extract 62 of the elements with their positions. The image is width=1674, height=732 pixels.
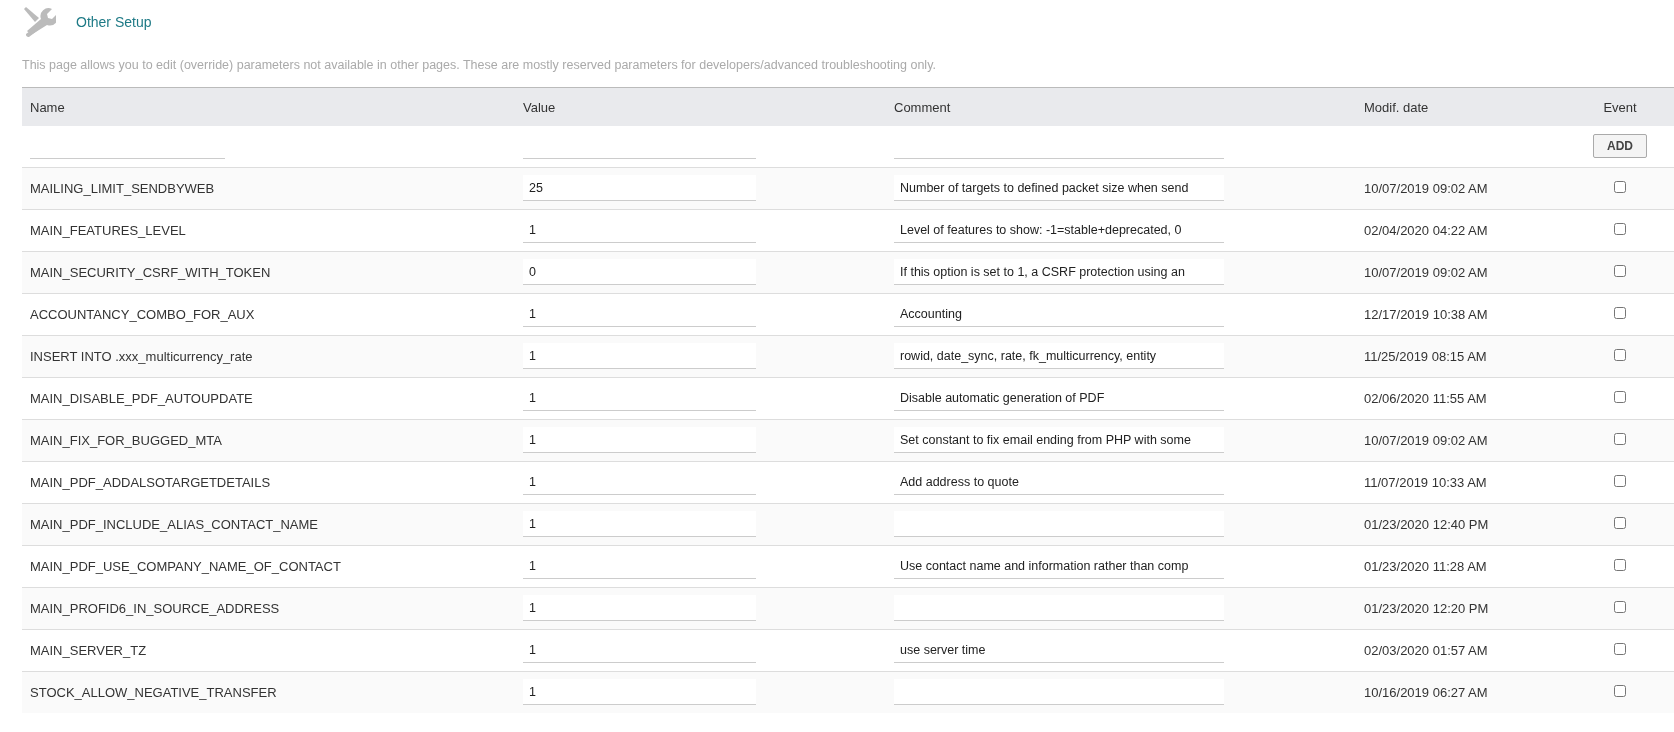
event-checkbox[interactable] xyxy=(1614,306,1626,319)
event-checkbox[interactable] xyxy=(1614,390,1626,403)
event-checkbox[interactable] xyxy=(1614,516,1626,529)
event-checkbox[interactable] xyxy=(1614,264,1626,277)
modification-date: 02/06/2020 11:55 AM xyxy=(1364,390,1487,406)
parameter-name: MAILING_LIMIT_SENDBYWEB xyxy=(30,180,215,196)
parameter-name: ACCOUNTANCY_COMBO_FOR_AUX xyxy=(30,306,255,322)
parameter-name: INSERT INTO .xxx_multicurrency_rate xyxy=(30,348,253,364)
value-field[interactable]: 0 xyxy=(523,259,756,285)
value-field[interactable]: 1 xyxy=(523,427,756,453)
modification-date: 10/07/2019 09:02 AM xyxy=(1364,180,1488,196)
event-checkbox[interactable] xyxy=(1614,642,1626,655)
event-checkbox[interactable] xyxy=(1614,348,1626,361)
modification-date: 01/23/2020 11:28 AM xyxy=(1364,558,1487,574)
value-field[interactable]: 1 xyxy=(523,679,756,706)
column-header: Value xyxy=(515,87,886,126)
modification-date: 02/03/2020 01:57 AM xyxy=(1364,642,1488,658)
parameter-name: MAIN_FEATURES_LEVEL xyxy=(30,222,186,238)
modification-date: 10/07/2019 09:02 AM xyxy=(1364,264,1488,280)
modification-date: 11/25/2019 08:15 AM xyxy=(1364,348,1487,364)
column-header: Comment xyxy=(886,87,1356,126)
parameter-name: MAIN_PDF_INCLUDE_ALIAS_CONTACT_NAME xyxy=(30,516,318,532)
column-header: Event xyxy=(1566,87,1674,126)
value-field[interactable]: 1 xyxy=(523,595,756,621)
event-checkbox[interactable] xyxy=(1614,474,1626,487)
tools-icon xyxy=(22,5,56,39)
parameter-name: MAIN_SECURITY_CSRF_WITH_TOKEN xyxy=(30,264,271,280)
page-title: Other Setup xyxy=(76,14,152,30)
value-field[interactable]: 25 xyxy=(523,175,756,201)
add-button[interactable]: ADD xyxy=(1593,134,1647,159)
event-checkbox[interactable] xyxy=(1614,558,1626,571)
parameter-name: MAIN_DISABLE_PDF_AUTOUPDATE xyxy=(30,390,253,406)
event-checkbox[interactable] xyxy=(1614,600,1626,613)
event-checkbox[interactable] xyxy=(1614,222,1626,235)
comment-field[interactable] xyxy=(894,595,1224,621)
comment-field[interactable]: If this option is set to 1, a CSRF protection using an xyxy=(894,259,1224,285)
event-checkbox[interactable] xyxy=(1614,684,1626,697)
parameter-name: STOCK_ALLOW_NEGATIVE_TRANSFER xyxy=(30,684,277,700)
modification-date: 12/17/2019 10:38 AM xyxy=(1364,306,1488,322)
modification-date: 11/07/2019 10:33 AM xyxy=(1364,474,1487,490)
modification-date: 01/23/2020 12:20 PM xyxy=(1364,600,1489,616)
parameter-name: MAIN_PROFID6_IN_SOURCE_ADDRESS xyxy=(30,600,280,616)
parameter-name: MAIN_PDF_USE_COMPANY_NAME_OF_CONTACT xyxy=(30,558,341,574)
value-field[interactable]: 1 xyxy=(523,343,756,369)
modification-date: 01/23/2020 12:40 PM xyxy=(1364,516,1489,532)
comment-field[interactable]: Set constant to fix email ending from PHP with some xyxy=(894,427,1224,453)
column-header: Modif. date xyxy=(1356,87,1566,126)
column-header: Name xyxy=(22,87,515,126)
parameter-name: MAIN_PDF_ADDALSOTARGETDETAILS xyxy=(30,474,271,490)
comment-field[interactable]: Number of targets to defined packet size when send xyxy=(894,175,1224,201)
page-description: This page allows you to edit (override) parameters not available in other pages. These are mostly reserved parameters for developers/advanced troubleshooting only. xyxy=(22,58,936,72)
parameter-name: MAIN_SERVER_TZ xyxy=(30,642,147,658)
modification-date: 02/04/2020 04:22 AM xyxy=(1364,222,1488,238)
comment-field[interactable] xyxy=(894,511,1224,537)
event-checkbox[interactable] xyxy=(1614,432,1626,445)
modification-date: 10/07/2019 09:02 AM xyxy=(1364,432,1488,448)
comment-field[interactable] xyxy=(894,679,1224,706)
value-field[interactable]: 1 xyxy=(523,511,756,537)
comment-field[interactable]: rowid, date_sync, rate, fk_multicurrency, entity xyxy=(894,343,1224,369)
parameter-name: MAIN_FIX_FOR_BUGGED_MTA xyxy=(30,432,222,448)
event-checkbox[interactable] xyxy=(1614,180,1626,193)
modification-date: 10/16/2019 06:27 AM xyxy=(1364,684,1488,700)
